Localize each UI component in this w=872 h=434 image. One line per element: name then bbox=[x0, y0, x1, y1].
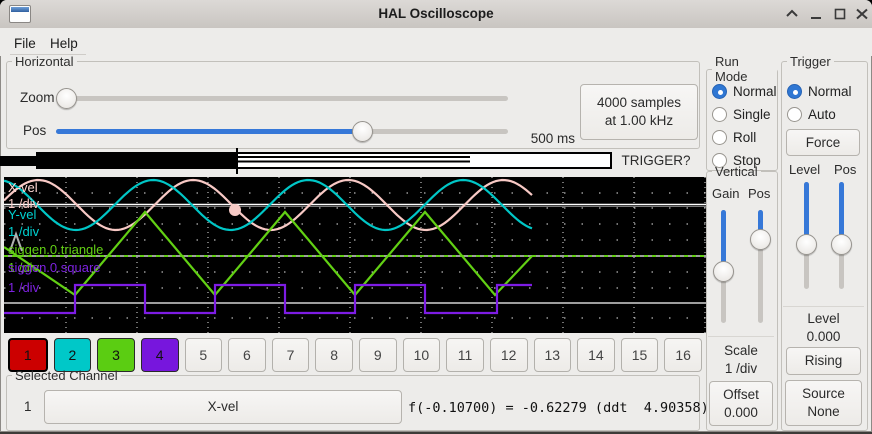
trigger-bar-left-segment bbox=[0, 156, 36, 166]
zoom-slider-thumb[interactable] bbox=[56, 88, 77, 109]
trigger-group-label: Trigger bbox=[787, 54, 834, 69]
channel-button-1[interactable]: 1 bbox=[8, 338, 48, 372]
menu-help[interactable]: Help bbox=[46, 34, 82, 53]
cursor-readout: f(-0.10700) = -0.62279 (ddt 4.90358) bbox=[408, 400, 709, 416]
app-window: HAL Oscilloscope File Help Horizontal Zo… bbox=[0, 0, 872, 434]
trigger-level-col-label: Level bbox=[789, 162, 820, 177]
trigger-edge-button[interactable]: Rising bbox=[786, 347, 861, 375]
trigger-separator bbox=[783, 306, 864, 307]
channel-button-8[interactable]: 8 bbox=[315, 338, 353, 372]
trigger-source-button[interactable]: Source None bbox=[785, 380, 862, 426]
scale-caption: Scale bbox=[706, 343, 776, 358]
trigger-question-label: TRIGGER? bbox=[612, 153, 700, 168]
channel4-scale-label: 1 /div bbox=[8, 281, 39, 295]
scope-canvas bbox=[4, 177, 706, 333]
minimize-icon[interactable] bbox=[808, 7, 824, 21]
trigger-pos-slider-thumb[interactable] bbox=[831, 234, 852, 255]
trigger-normal-radio[interactable]: Normal bbox=[787, 82, 852, 100]
gain-slider-thumb[interactable] bbox=[713, 261, 734, 282]
channel-button-12[interactable]: 12 bbox=[490, 338, 528, 372]
run-mode-roll-radio[interactable]: Roll bbox=[712, 128, 756, 146]
menu-bar: File Help bbox=[0, 28, 872, 56]
channel-button-7[interactable]: 7 bbox=[272, 338, 310, 372]
pos-label: Pos bbox=[23, 123, 46, 138]
channel4-name-label: siggen.0.square bbox=[8, 261, 101, 275]
channel-button-4[interactable]: 4 bbox=[141, 338, 179, 372]
scale-value: 1 /div bbox=[706, 361, 776, 376]
selected-channel-name-button[interactable]: X-vel bbox=[44, 390, 402, 424]
trigger-auto-radio[interactable]: Auto bbox=[787, 105, 836, 123]
force-button[interactable]: Force bbox=[786, 129, 860, 156]
trigger-level-value: 0.000 bbox=[781, 329, 866, 344]
trigger-bar-filled bbox=[38, 154, 236, 167]
vertical-group-label: Vertical bbox=[712, 164, 761, 179]
vertical-separator bbox=[708, 336, 774, 337]
radio-icon bbox=[787, 84, 802, 99]
samples-button[interactable]: 4000 samples at 1.00 kHz bbox=[580, 84, 698, 140]
radio-icon bbox=[712, 84, 727, 99]
vertical-pos-label: Pos bbox=[748, 186, 770, 201]
maximize-icon[interactable] bbox=[832, 7, 848, 21]
channel-button-3[interactable]: 3 bbox=[97, 338, 135, 372]
channel-button-10[interactable]: 10 bbox=[403, 338, 441, 372]
window-title: HAL Oscilloscope bbox=[0, 6, 872, 21]
close-icon[interactable] bbox=[854, 7, 870, 21]
collapse-icon[interactable] bbox=[784, 7, 800, 21]
title-bar[interactable]: HAL Oscilloscope bbox=[0, 0, 872, 29]
zoom-label: Zoom bbox=[20, 90, 55, 105]
channel-button-6[interactable]: 6 bbox=[228, 338, 266, 372]
menu-file[interactable]: File bbox=[10, 34, 40, 53]
channel-button-15[interactable]: 15 bbox=[621, 338, 659, 372]
pos-slider-fill bbox=[56, 129, 354, 134]
trigger-level-slider-thumb[interactable] bbox=[796, 234, 817, 255]
channel-button-16[interactable]: 16 bbox=[664, 338, 702, 372]
run-mode-group-label: Run Mode bbox=[712, 54, 777, 84]
trigger-level-caption: Level bbox=[781, 311, 866, 326]
channel-button-14[interactable]: 14 bbox=[577, 338, 615, 372]
channel3-name-label: siggen.0.triangle bbox=[8, 243, 103, 257]
channel-button-row: 12345678910111213141516 bbox=[8, 338, 702, 372]
timebase-line1: 500 ms bbox=[500, 130, 575, 148]
selected-channel-group-label: Selected Channel bbox=[12, 368, 121, 383]
trigger-pos-col-label: Pos bbox=[834, 162, 856, 177]
offset-button[interactable]: Offset 0.000 bbox=[709, 381, 773, 426]
trigger-bar-striped bbox=[238, 156, 470, 165]
channel-button-9[interactable]: 9 bbox=[359, 338, 397, 372]
channel-button-2[interactable]: 2 bbox=[54, 338, 92, 372]
zoom-slider-track[interactable] bbox=[56, 96, 508, 101]
run-mode-normal-radio[interactable]: Normal bbox=[712, 82, 777, 100]
channel1-name-label: X-vel bbox=[8, 181, 38, 195]
gain-label: Gain bbox=[712, 186, 739, 201]
pos-slider-thumb[interactable] bbox=[352, 121, 373, 142]
vertical-pos-slider-thumb[interactable] bbox=[750, 229, 771, 250]
scope-display[interactable]: X-vel 1 /div Y-vel 1 /div siggen.0.trian… bbox=[4, 177, 706, 333]
channel2-scale-label: 1 /div bbox=[8, 225, 39, 239]
horizontal-group-label: Horizontal bbox=[12, 54, 77, 69]
radio-icon bbox=[712, 107, 727, 122]
channel2-name-label: Y-vel bbox=[8, 208, 36, 222]
channel-button-11[interactable]: 11 bbox=[446, 338, 484, 372]
selected-channel-number: 1 bbox=[24, 399, 32, 414]
channel-button-13[interactable]: 13 bbox=[534, 338, 572, 372]
trigger-position-tick bbox=[236, 148, 238, 174]
run-mode-single-radio[interactable]: Single bbox=[712, 105, 771, 123]
radio-icon bbox=[787, 107, 802, 122]
channel-button-5[interactable]: 5 bbox=[185, 338, 223, 372]
radio-icon bbox=[712, 130, 727, 145]
